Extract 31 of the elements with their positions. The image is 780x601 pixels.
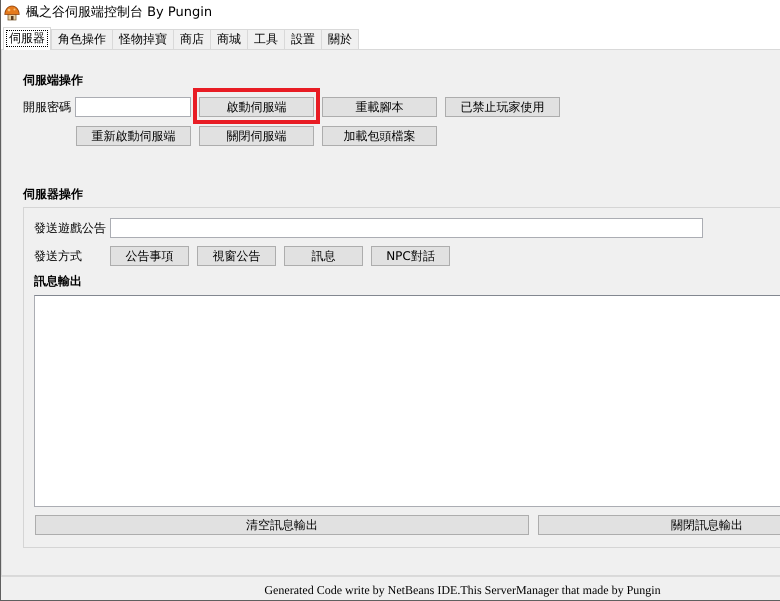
status-text: Generated Code write by NetBeans IDE.This ServerManager that made by Pungin — [264, 583, 661, 598]
server-button[interactable]: 啟動伺服端 — [199, 97, 314, 117]
window-title: 楓之谷伺服端控制台 By Pungin — [26, 4, 212, 20]
tab[interactable]: 設置 — [284, 29, 322, 49]
mushroom-icon — [4, 4, 20, 20]
password-label: 開服密碼 — [23, 100, 71, 114]
output-label: 訊息輸出 — [34, 274, 82, 288]
output-button[interactable]: 關閉訊息輸出 — [538, 515, 780, 535]
tab[interactable]: 工具 — [247, 29, 285, 49]
send-mode-label: 發送方式 — [34, 249, 82, 263]
section-heading: 伺服端操作 — [23, 73, 83, 87]
tab[interactable]: 怪物掉寶 — [112, 29, 174, 49]
server-button[interactable]: 關閉伺服端 — [199, 126, 314, 146]
section-heading: 伺服器操作 — [23, 187, 83, 201]
send-mode-button[interactable]: 視窗公告 — [197, 246, 276, 266]
output-button[interactable]: 清空訊息輸出 — [35, 515, 529, 535]
announcement-field[interactable] — [110, 218, 703, 238]
tab[interactable]: 關於 — [321, 29, 359, 49]
server-button[interactable]: 重載腳本 — [322, 97, 437, 117]
tab[interactable]: 角色操作 — [51, 29, 113, 49]
password-field[interactable] — [75, 97, 191, 117]
server-button[interactable]: 已禁止玩家使用 — [445, 97, 560, 117]
tab[interactable]: 商店 — [173, 29, 211, 49]
server-button[interactable]: 重新啟動伺服端 — [76, 126, 191, 146]
send-mode-button[interactable]: 訊息 — [284, 246, 363, 266]
tab[interactable]: 伺服器 — [3, 27, 51, 50]
server-button[interactable]: 加載包頭檔案 — [322, 126, 437, 146]
send-mode-button[interactable]: NPC對話 — [371, 246, 450, 266]
tab[interactable]: 商城 — [210, 29, 248, 49]
announcement-label: 發送遊戲公告 — [34, 221, 106, 235]
send-mode-button[interactable]: 公告事項 — [110, 246, 189, 266]
